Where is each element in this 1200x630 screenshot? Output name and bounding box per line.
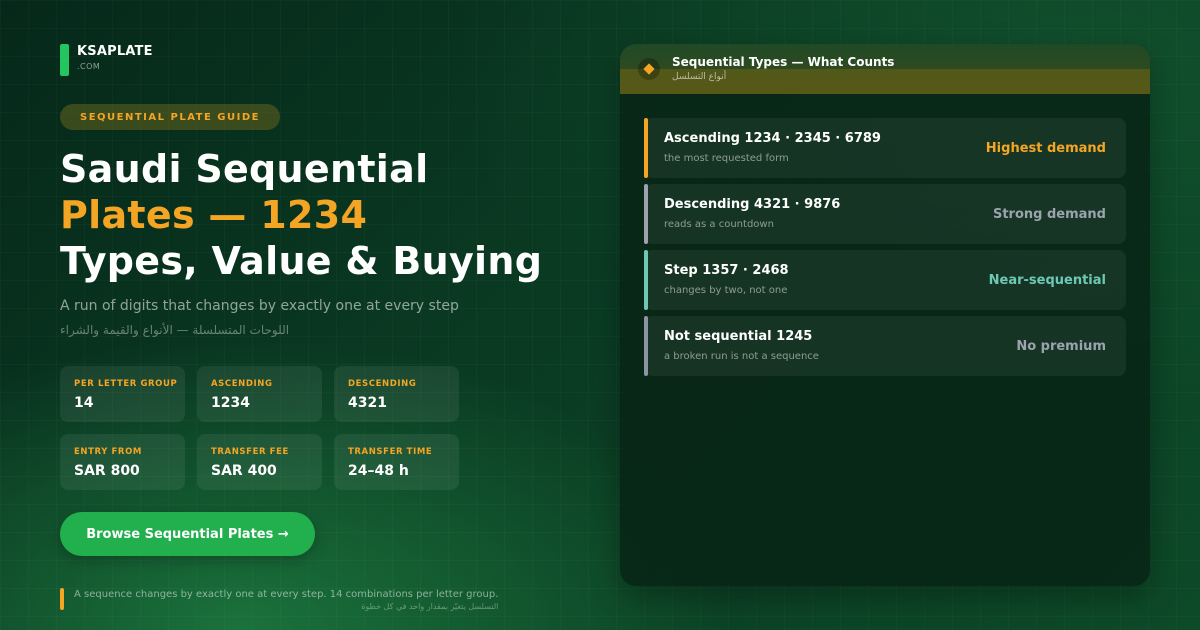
stat-value: 1234 — [211, 395, 250, 411]
stat-value: SAR 800 — [74, 463, 140, 479]
demand-tag: Highest demand — [985, 141, 1106, 156]
stat-label: ASCENDING — [211, 379, 273, 389]
type-row-ascending[interactable]: Ascending 1234 · 2345 · 6789 the most re… — [644, 118, 1126, 178]
footnote: A sequence changes by exactly one at eve… — [60, 588, 498, 613]
stat-value: 4321 — [348, 395, 387, 411]
diamond-icon — [638, 58, 660, 80]
footnote-text: A sequence changes by exactly one at eve… — [74, 589, 499, 600]
footnote-accent-bar — [60, 588, 64, 610]
title-line-1: Saudi Sequential — [60, 147, 429, 191]
subtitle-arabic: اللوحات المتسلسلة — الأنواع والقيمة والش… — [60, 323, 290, 337]
stat-transfer-fee: TRANSFER FEE SAR 400 — [197, 434, 322, 490]
stat-label: DESCENDING — [348, 379, 417, 389]
card-subtitle-arabic: أنواع التسلسل — [672, 72, 727, 82]
type-row-descending[interactable]: Descending 4321 · 9876 reads as a countd… — [644, 184, 1126, 244]
browse-sequential-plates-button[interactable]: Browse Sequential Plates → — [60, 512, 315, 556]
row-color-edge — [644, 250, 648, 310]
stat-per-letter-group: PER LETTER GROUP 14 — [60, 366, 185, 422]
brand-mark — [60, 44, 69, 76]
stat-entry-from: ENTRY FROM SAR 800 — [60, 434, 185, 490]
stat-value: 14 — [74, 395, 94, 411]
row-color-edge — [644, 118, 648, 178]
card-title: Sequential Types — What Counts — [672, 55, 895, 69]
brand-name: KSAPLATE — [77, 44, 153, 59]
stat-label: ENTRY FROM — [74, 447, 142, 457]
row-color-edge — [644, 184, 648, 244]
card-header: Sequential Types — What Counts أنواع الت… — [620, 44, 1150, 94]
title-line-2: Plates — 1234 — [60, 193, 368, 237]
demand-tag: Strong demand — [992, 207, 1106, 222]
brand-logo[interactable]: KSAPLATE .COM — [60, 44, 153, 76]
type-row-step[interactable]: Step 1357 · 2468 changes by two, not one… — [644, 250, 1126, 310]
sequential-types-card: Sequential Types — What Counts أنواع الت… — [620, 44, 1150, 586]
demand-tag: Near-sequential — [988, 273, 1106, 288]
stat-label: TRANSFER FEE — [211, 447, 289, 457]
stat-transfer-time: TRANSFER TIME 24–48 h — [334, 434, 459, 490]
brand-domain: .COM — [77, 62, 101, 71]
stat-label: PER LETTER GROUP — [74, 379, 178, 389]
page-title: Saudi Sequential Plates — 1234 Types, Va… — [60, 146, 542, 284]
footnote-arabic: التسلسل يتغيّر بمقدار واحد في كل خطوة — [361, 602, 499, 611]
type-row-not-sequential[interactable]: Not sequential 1245 a broken run is not … — [644, 316, 1126, 376]
stat-value: SAR 400 — [211, 463, 277, 479]
stat-value: 24–48 h — [348, 463, 409, 479]
stat-descending: DESCENDING 4321 — [334, 366, 459, 422]
subtitle: A run of digits that changes by exactly … — [60, 298, 459, 314]
title-line-3: Types, Value & Buying — [60, 239, 543, 283]
demand-tag: No premium — [1016, 339, 1106, 354]
row-color-edge — [644, 316, 648, 376]
guide-badge: SEQUENTIAL PLATE GUIDE — [60, 104, 280, 130]
stat-ascending: ASCENDING 1234 — [197, 366, 322, 422]
stat-label: TRANSFER TIME — [348, 447, 433, 457]
